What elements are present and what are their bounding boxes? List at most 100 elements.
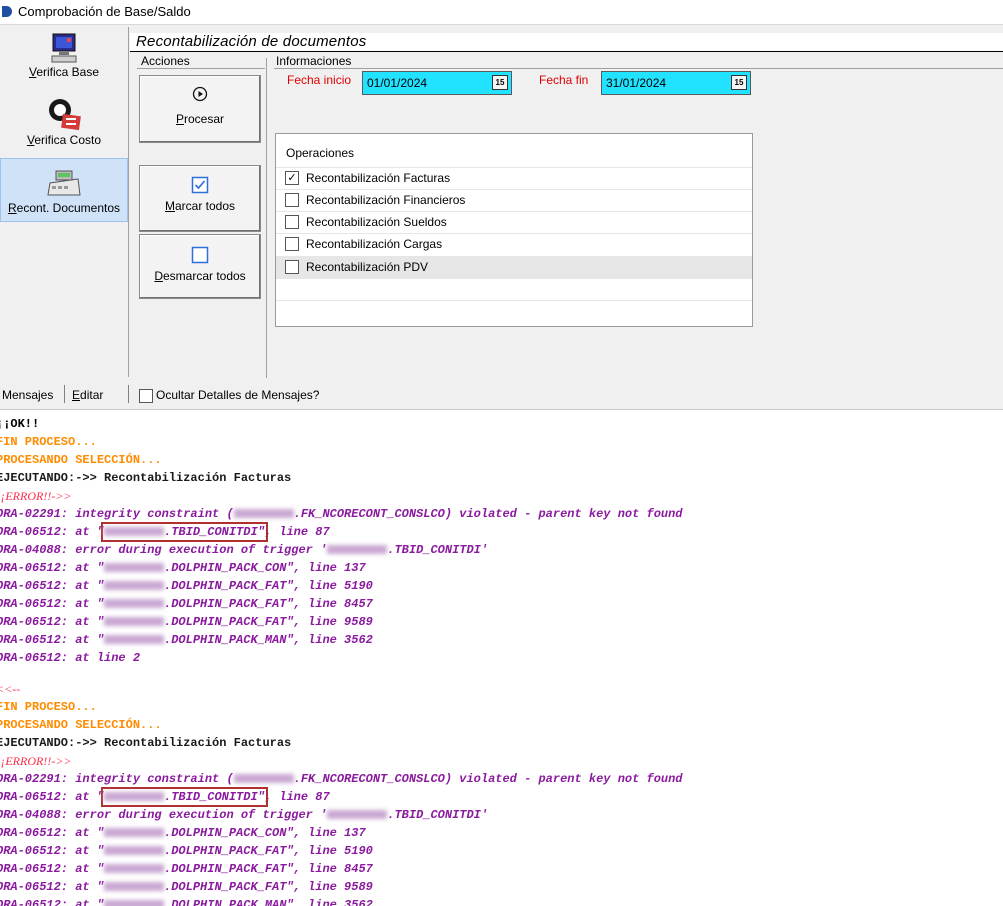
log-ejecutando: EJECUTANDO:->> Recontabilización Factura… bbox=[0, 471, 292, 485]
log-text: ORA-06512: at " bbox=[0, 826, 105, 840]
sidebar-item-label: econt. Documentos bbox=[16, 201, 121, 215]
ocultar-detalles-label: Ocultar Detalles de Mensajes? bbox=[156, 388, 320, 402]
log-line: ORA-06512: at " .DOLPHIN_PACK_MAN", line … bbox=[0, 634, 373, 647]
fecha-fin-value: 31/01/2024 bbox=[606, 76, 667, 90]
window-title: Comprobación de Base/Saldo bbox=[18, 4, 191, 19]
log-text: ORA-06512: at " bbox=[0, 633, 105, 647]
play-icon bbox=[192, 86, 208, 102]
log-line: ORA-06512: at " .DOLPHIN_PACK_CON", line … bbox=[0, 562, 366, 575]
button-mnemonic: D bbox=[154, 269, 163, 283]
checkbox-icon[interactable] bbox=[285, 193, 299, 207]
redacted-text bbox=[104, 828, 165, 838]
log-fin-proceso: FIN PROCESO... bbox=[0, 435, 97, 449]
log-text: ORA-06512: at " bbox=[0, 898, 105, 906]
tab-label: ditar bbox=[80, 388, 104, 402]
informaciones-label: Informaciones bbox=[276, 54, 352, 68]
sidebar: Verifica Base Verifica Costo Recont. Doc… bbox=[0, 27, 129, 377]
log-text: .FK_NCORECONT_CONSLCO) violated - parent… bbox=[293, 772, 683, 786]
sidebar-item-label: erifica Base bbox=[36, 65, 100, 79]
log-text: ORA-06512: at " bbox=[0, 561, 105, 575]
log-text: ORA-06512: at " bbox=[0, 790, 105, 804]
check-box-icon bbox=[191, 176, 209, 194]
log-text: .FK_NCORECONT_CONSLCO) violated - parent… bbox=[293, 507, 683, 521]
fecha-fin-field[interactable]: 31/01/2024 15 bbox=[601, 71, 751, 95]
highlighted-trigger: .TBID_CONITDI" bbox=[101, 522, 268, 542]
list-separator bbox=[276, 300, 752, 301]
log-fin-proceso: FIN PROCESO... bbox=[0, 700, 97, 714]
log-text: ORA-06512: at " bbox=[0, 615, 105, 629]
log-error: ¡¡ERROR!!->> bbox=[0, 489, 72, 503]
app-icon bbox=[2, 6, 12, 17]
redacted-text bbox=[233, 509, 294, 519]
log-line: ORA-04088: error during execution of tri… bbox=[0, 544, 488, 557]
tab-editar[interactable]: Editar bbox=[72, 388, 103, 402]
acciones-label: Acciones bbox=[141, 54, 190, 68]
procesar-button[interactable]: Procesar bbox=[139, 75, 261, 143]
operacion-cargas[interactable]: Recontabilización Cargas bbox=[276, 233, 752, 255]
operacion-financieros[interactable]: Recontabilización Financieros bbox=[276, 189, 752, 211]
redacted-text bbox=[233, 774, 294, 784]
empty-box-icon bbox=[191, 246, 209, 264]
operacion-label: Recontabilización Cargas bbox=[306, 237, 443, 251]
sidebar-item-label: erifica Costo bbox=[34, 133, 102, 147]
log-ejecutando: EJECUTANDO:->> Recontabilización Factura… bbox=[0, 736, 292, 750]
tab-mensajes[interactable]: Mensajes bbox=[2, 388, 53, 402]
button-mnemonic: M bbox=[164, 199, 175, 213]
operacion-label: Recontabilización Facturas bbox=[306, 171, 451, 185]
log-line: ORA-06512: at line 2 bbox=[0, 651, 141, 665]
cash-register-icon bbox=[47, 170, 81, 196]
operacion-pdv[interactable]: Recontabilización PDV bbox=[276, 256, 752, 278]
log-line: ORA-06512: at " .DOLPHIN_PACK_FAT", line … bbox=[0, 881, 373, 894]
operacion-facturas[interactable]: ✓ Recontabilización Facturas bbox=[276, 167, 752, 189]
button-mnemonic: P bbox=[175, 112, 184, 126]
log-error: ¡¡ERROR!!->> bbox=[0, 754, 72, 768]
computer-icon bbox=[51, 33, 77, 63]
marcar-todos-button[interactable]: Marcar todos bbox=[139, 165, 261, 232]
checkbox-icon[interactable] bbox=[285, 215, 299, 229]
log-procesando: PROCESANDO SELECCIÓN... bbox=[0, 718, 162, 732]
redacted-text bbox=[104, 527, 165, 537]
group-divider bbox=[266, 58, 267, 378]
log-text: .TBID_CONITDI" bbox=[164, 525, 265, 539]
operacion-sueldos[interactable]: Recontabilización Sueldos bbox=[276, 211, 752, 233]
redacted-text bbox=[327, 810, 388, 820]
fecha-inicio-field[interactable]: 01/01/2024 15 bbox=[362, 71, 512, 95]
calendar-icon[interactable]: 15 bbox=[492, 75, 508, 90]
ocultar-detalles-checkbox[interactable] bbox=[139, 389, 153, 403]
fecha-fin-label: Fecha fin bbox=[539, 73, 589, 87]
log-text: ORA-02291: integrity constraint ( bbox=[0, 772, 234, 786]
redacted-text bbox=[104, 792, 165, 802]
log-text: , line 87 bbox=[264, 525, 330, 539]
log-line: ORA-06512: at " .TBID_CONITDI", line 87 bbox=[0, 787, 330, 807]
tab-separator bbox=[128, 385, 129, 403]
log-text: ORA-04088: error during execution of tri… bbox=[0, 543, 328, 557]
log-text: ORA-06512: at " bbox=[0, 844, 105, 858]
redacted-text bbox=[104, 563, 165, 573]
title-bar: Comprobación de Base/Saldo bbox=[0, 0, 1003, 25]
log-ok: ¡¡OK!! bbox=[0, 417, 40, 431]
log-text: .DOLPHIN_PACK_FAT", line 8457 bbox=[164, 862, 373, 876]
sidebar-item-recont-documentos[interactable]: Recont. Documentos bbox=[0, 158, 128, 222]
redacted-text bbox=[104, 864, 165, 874]
redacted-text bbox=[104, 846, 165, 856]
log-text: ORA-04088: error during execution of tri… bbox=[0, 808, 328, 822]
log-line: ORA-06512: at " .DOLPHIN_PACK_FAT", line … bbox=[0, 616, 373, 629]
desmarcar-todos-button[interactable]: Desmarcar todos bbox=[139, 234, 261, 299]
calendar-icon[interactable]: 15 bbox=[731, 75, 747, 90]
tab-mnemonic: E bbox=[72, 388, 81, 402]
sidebar-item-verifica-costo[interactable]: Verifica Costo bbox=[0, 95, 128, 157]
sidebar-item-verifica-base[interactable]: Verifica Base bbox=[0, 31, 128, 95]
redacted-text bbox=[104, 599, 165, 609]
log-text: .TBID_CONITDI' bbox=[387, 808, 489, 822]
checkbox-icon[interactable] bbox=[285, 260, 299, 274]
redacted-text bbox=[327, 545, 388, 555]
log-line: ORA-06512: at " .DOLPHIN_PACK_FAT", line … bbox=[0, 580, 373, 593]
checkbox-checked-icon[interactable]: ✓ bbox=[285, 171, 299, 185]
checkbox-icon[interactable] bbox=[285, 237, 299, 251]
informaciones-divider bbox=[274, 68, 1003, 69]
log-text: .DOLPHIN_PACK_CON", line 137 bbox=[164, 826, 366, 840]
fecha-inicio-label: Fecha inicio bbox=[287, 73, 352, 87]
log-text: .TBID_CONITDI" bbox=[164, 790, 265, 804]
operaciones-header: Operaciones bbox=[286, 146, 355, 160]
log-line: ORA-06512: at " .DOLPHIN_PACK_MAN", line … bbox=[0, 899, 373, 906]
